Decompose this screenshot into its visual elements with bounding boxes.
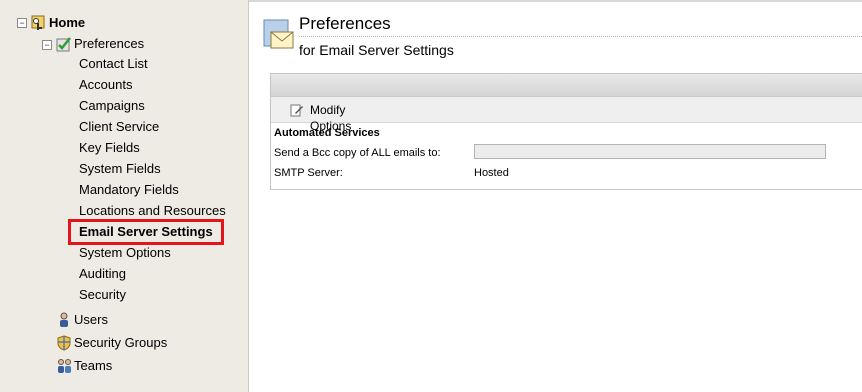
sidebar-item-security[interactable]: Security [79, 285, 126, 305]
sidebar-item-campaigns[interactable]: Campaigns [79, 96, 145, 116]
smtp-value: Hosted [474, 167, 509, 179]
bcc-email-field[interactable] [474, 144, 826, 159]
collapse-icon[interactable]: − [42, 40, 52, 50]
bcc-label: Send a Bcc copy of ALL emails to: [274, 147, 441, 159]
envelope-icon [263, 19, 294, 49]
main-content: Preferences for Email Server Settings Mo… [249, 0, 862, 392]
tree-home-label: Home [49, 15, 86, 30]
sidebar: − Home − Preferences Contact List Accoun… [0, 0, 249, 392]
panel-toolbar: Modify Options [271, 97, 862, 133]
preferences-check-icon [56, 37, 71, 52]
panel-header [271, 74, 862, 97]
sidebar-item-contact-list[interactable]: Contact List [79, 54, 148, 74]
settings-panel: Modify Options Automated Services Send a… [270, 73, 862, 190]
security-groups-icon [57, 335, 71, 351]
sidebar-item-locations-and-resources[interactable]: Locations and Resources [79, 201, 226, 221]
collapse-icon[interactable]: − [17, 18, 27, 28]
home-keys-icon [31, 15, 45, 30]
tree-security-groups-label: Security Groups [74, 335, 168, 350]
sidebar-item-key-fields[interactable]: Key Fields [79, 138, 140, 158]
tree-teams-label: Teams [74, 358, 113, 373]
top-divider [249, 0, 862, 2]
sidebar-item-accounts[interactable]: Accounts [79, 75, 132, 95]
section-heading: Automated Services [274, 127, 380, 139]
sidebar-item-mandatory-fields[interactable]: Mandatory Fields [79, 180, 179, 200]
page-title: Preferences [299, 14, 391, 33]
title-divider [299, 36, 862, 37]
tree-users-label: Users [74, 312, 108, 327]
sidebar-item-system-fields[interactable]: System Fields [79, 159, 161, 179]
selection-highlight-box [68, 219, 224, 245]
smtp-label: SMTP Server: [274, 167, 343, 179]
edit-icon [290, 104, 303, 117]
tree-preferences-label: Preferences [74, 36, 145, 51]
teams-icon [58, 359, 71, 373]
page-subtitle: for Email Server Settings [299, 42, 454, 58]
sidebar-item-system-options[interactable]: System Options [79, 243, 171, 263]
sidebar-item-auditing[interactable]: Auditing [79, 264, 126, 284]
sidebar-item-client-service[interactable]: Client Service [79, 117, 159, 137]
users-icon [60, 312, 68, 327]
